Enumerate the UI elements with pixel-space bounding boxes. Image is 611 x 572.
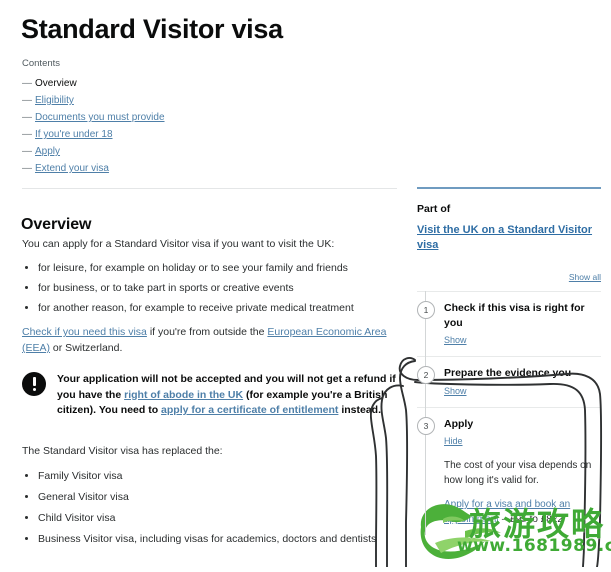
contents-item-overview[interactable]: — Overview — [22, 76, 352, 93]
replaced-intro: The Standard Visitor visa has replaced t… — [22, 445, 223, 457]
contents-item-extend[interactable]: — Extend your visa — [22, 161, 352, 178]
contents-item-apply[interactable]: — Apply — [22, 144, 352, 161]
step-1[interactable]: 1 Check if this visa is right for you Sh… — [417, 291, 601, 356]
list-item: for leisure, for example on holiday or t… — [38, 258, 397, 278]
dash-icon: — — [22, 129, 32, 140]
check-end-text: or Switzerland. — [50, 342, 123, 354]
contents-item-under-18[interactable]: — If you're under 18 — [22, 127, 352, 144]
step-number-badge: 2 — [417, 366, 435, 384]
check-middle-text: if you're from outside the — [146, 326, 268, 338]
list-item: for business, or to take part in sports … — [38, 278, 397, 298]
exclamation-icon — [22, 372, 46, 396]
step-title: Check if this visa is right for you — [444, 302, 585, 329]
dash-icon: — — [22, 112, 32, 123]
show-all-row: Show all — [417, 267, 601, 285]
list-item: for another reason, for example to recei… — [38, 298, 397, 318]
list-item: Family Visitor visa — [38, 466, 402, 487]
cost-value: – £95 to £822 — [499, 514, 563, 525]
step-title: Prepare the evidence you — [444, 367, 572, 379]
contents-list: — Overview — Eligibility — Documents you… — [22, 76, 352, 178]
apply-cost-row: Apply for a visa and book an appointment… — [444, 497, 601, 527]
step-by-step-nav: 1 Check if this visa is right for you Sh… — [417, 291, 601, 535]
show-all-link[interactable]: Show all — [569, 272, 601, 282]
step-number-badge: 1 — [417, 301, 435, 319]
check-if-you-need-visa-link[interactable]: Check if you need this visa — [22, 326, 147, 338]
page-title: Standard Visitor visa — [21, 14, 283, 45]
contents-item-documents[interactable]: — Documents you must provide — [22, 110, 352, 127]
visa-cost-text: The cost of your visa depends on how lon… — [444, 460, 592, 486]
warning-part-3: instead. — [338, 404, 382, 416]
content-divider — [22, 188, 397, 189]
right-of-abode-link[interactable]: right of abode in the UK — [124, 389, 243, 401]
contents-item-label[interactable]: Extend your visa — [35, 161, 109, 178]
step-number-badge: 3 — [417, 416, 435, 435]
warning-text: Your application will not be accepted an… — [57, 371, 404, 419]
check-visa-paragraph: Check if you need this visa if you're fr… — [22, 324, 404, 356]
step-toggle-link[interactable]: Show — [444, 335, 467, 345]
step-toggle-link[interactable]: Hide — [444, 436, 463, 446]
step-toggle-link[interactable]: Show — [444, 386, 467, 396]
contents-item-eligibility[interactable]: — Eligibility — [22, 93, 352, 110]
list-item: Child Visitor visa — [38, 508, 402, 529]
step-3[interactable]: 3 Apply Hide The cost of your visa depen… — [417, 406, 601, 536]
watermark-url: www.1681989.cn — [457, 536, 611, 556]
part-of-link[interactable]: Visit the UK on a Standard Visitor visa — [417, 223, 601, 253]
sidebar-top-border — [417, 187, 601, 189]
warning-callout: Your application will not be accepted an… — [22, 371, 404, 419]
contents-item-label[interactable]: If you're under 18 — [35, 127, 113, 144]
dash-icon: — — [22, 95, 32, 106]
sidebar-part-of: Part of Visit the UK on a Standard Visit… — [417, 187, 601, 535]
step-connector-line — [425, 291, 426, 535]
contents-item-label[interactable]: Documents you must provide — [35, 110, 165, 127]
list-item: Business Visitor visa, including visas f… — [38, 529, 402, 550]
overview-intro: You can apply for a Standard Visitor vis… — [22, 238, 335, 250]
overview-reasons-list: for leisure, for example on holiday or t… — [22, 258, 397, 318]
list-item: General Visitor visa — [38, 487, 402, 508]
contents-nav: Contents — Overview — Eligibility — Docu… — [22, 58, 352, 178]
step-title: Apply — [444, 417, 474, 430]
part-of-label: Part of — [417, 203, 451, 215]
gov-uk-guide-page: Standard Visitor visa Contents — Overvie… — [0, 0, 611, 567]
step-2[interactable]: 2 Prepare the evidence you Show — [417, 356, 601, 407]
certificate-of-entitlement-link[interactable]: apply for a certificate of entitlement — [161, 404, 338, 416]
replaced-visas-list: Family Visitor visa General Visitor visa… — [22, 466, 402, 550]
contents-item-label[interactable]: Apply — [35, 144, 60, 161]
dash-icon: — — [22, 146, 32, 157]
contents-item-label[interactable]: Eligibility — [35, 93, 74, 110]
dash-icon: — — [22, 163, 32, 174]
overview-heading: Overview — [21, 216, 92, 234]
dash-icon: — — [22, 78, 32, 89]
step-3-body: The cost of your visa depends on how lon… — [444, 458, 601, 527]
contents-label: Contents — [22, 58, 61, 69]
main-content: Standard Visitor visa Contents — Overvie… — [0, 0, 410, 567]
contents-item-label: Overview — [35, 78, 77, 89]
